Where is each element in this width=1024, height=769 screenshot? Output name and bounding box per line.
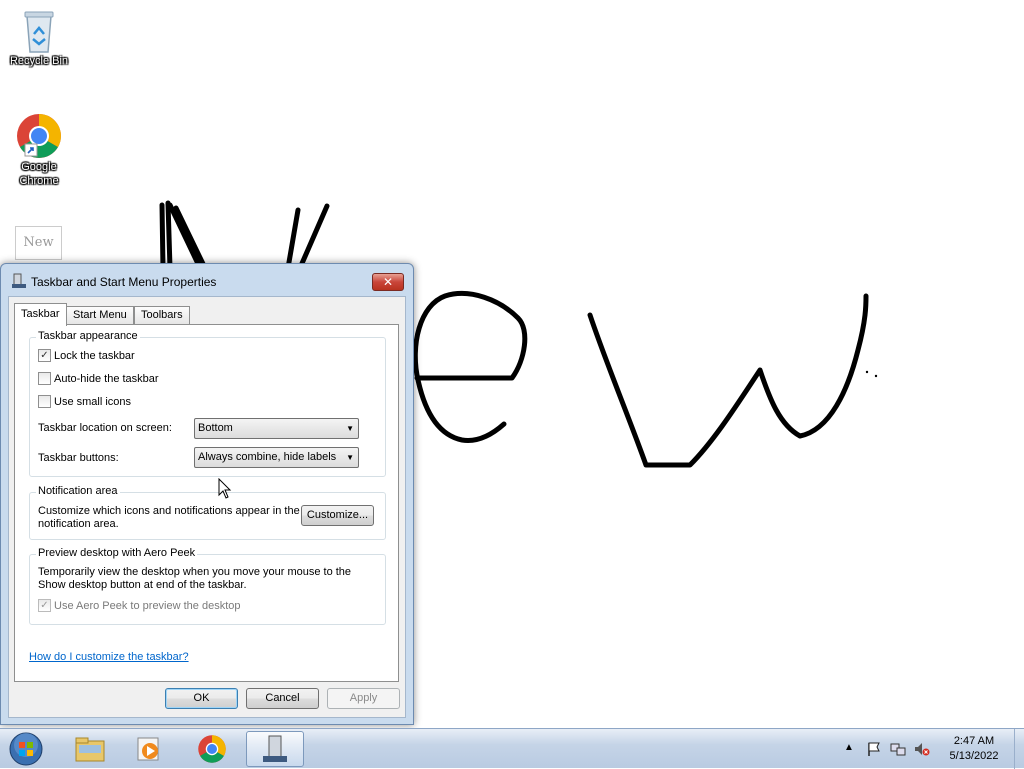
aero-peek-row: ✓ Use Aero Peek to preview the desktop	[38, 599, 241, 612]
taskbar-tab-panel: Taskbar appearance ✓ Lock the taskbar Au…	[14, 324, 399, 682]
start-button[interactable]	[6, 731, 46, 767]
tab-start-menu[interactable]: Start Menu	[66, 306, 134, 325]
show-hidden-icons-icon[interactable]: ▲	[844, 742, 860, 758]
customize-button[interactable]: Customize...	[301, 505, 374, 526]
location-dropdown[interactable]: Bottom ▼	[194, 418, 359, 439]
aero-peek-title: Preview desktop with Aero Peek	[36, 547, 198, 559]
google-chrome-label: Google Chrome	[19, 161, 59, 187]
new-file-thumbnail[interactable]: New	[15, 226, 62, 260]
recycle-bin-icon	[24, 11, 54, 53]
taskbar-properties-dialog: Taskbar and Start Menu Properties ✕ Task…	[0, 263, 414, 725]
close-button[interactable]: ✕	[372, 273, 404, 291]
google-chrome-shortcut[interactable]: Google Chrome	[3, 112, 75, 188]
taskbar-buttons-value: Always combine, hide labels	[198, 451, 337, 463]
lock-taskbar-row: ✓ Lock the taskbar	[38, 349, 135, 362]
taskbar-properties-icon	[263, 735, 287, 762]
action-center-flag-icon[interactable]	[866, 741, 882, 757]
network-icon[interactable]	[890, 741, 906, 757]
show-desktop-button[interactable]	[1014, 729, 1024, 769]
small-icons-row: Use small icons	[38, 395, 131, 408]
chevron-down-icon: ▼	[346, 453, 354, 462]
help-link[interactable]: How do I customize the taskbar?	[29, 651, 189, 663]
taskbar-appearance-group: Taskbar appearance ✓ Lock the taskbar Au…	[29, 330, 386, 477]
dialog-client: Taskbar Start Menu Toolbars Taskbar appe…	[8, 296, 406, 718]
mouse-cursor-icon	[218, 478, 232, 499]
clock-time: 2:47 AM	[953, 735, 995, 747]
lock-taskbar-label: Lock the taskbar	[54, 349, 135, 362]
autohide-row: Auto-hide the taskbar	[38, 372, 159, 385]
aero-peek-label: Use Aero Peek to preview the desktop	[54, 599, 241, 612]
taskbar-buttons-dropdown[interactable]: Always combine, hide labels ▼	[194, 447, 359, 468]
aero-peek-checkbox: ✓	[38, 599, 51, 612]
small-icons-label: Use small icons	[54, 395, 132, 408]
chrome-icon	[17, 114, 61, 158]
cancel-button[interactable]: Cancel	[246, 688, 319, 709]
buttons-label: Taskbar buttons:	[38, 452, 119, 464]
taskbar: ▲ 2:47 AM 5/13/2022	[0, 728, 1024, 769]
apply-button: Apply	[327, 688, 400, 709]
clock-date: 5/13/2022	[949, 750, 999, 762]
location-value: Bottom	[198, 422, 233, 434]
taskbar-appearance-title: Taskbar appearance	[36, 330, 140, 342]
notification-area-group: Notification area Customize which icons …	[29, 485, 386, 540]
taskbar-explorer[interactable]	[62, 731, 118, 767]
chevron-down-icon: ▼	[346, 424, 354, 433]
recycle-bin-label: Recycle Bin	[9, 55, 69, 67]
taskbar-chrome[interactable]	[184, 731, 240, 767]
autohide-checkbox[interactable]	[38, 372, 51, 385]
recycle-bin-shortcut[interactable]: Recycle Bin	[3, 6, 75, 68]
folder-icon	[75, 737, 105, 762]
notification-description: Customize which icons and notifications …	[38, 505, 300, 530]
volume-muted-icon[interactable]	[914, 741, 930, 757]
location-label: Taskbar location on screen:	[38, 422, 172, 434]
system-clock[interactable]: 2:47 AM 5/13/2022	[943, 734, 1005, 764]
taskbar-properties-window[interactable]	[246, 731, 304, 767]
tab-taskbar[interactable]: Taskbar	[14, 303, 67, 326]
taskbar-media-player[interactable]	[122, 731, 178, 767]
tab-toolbars[interactable]: Toolbars	[134, 306, 190, 325]
dialog-title: Taskbar and Start Menu Properties	[31, 275, 217, 289]
small-icons-checkbox[interactable]	[38, 395, 51, 408]
dialog-titlebar[interactable]: Taskbar and Start Menu Properties ✕	[1, 264, 413, 296]
chrome-icon	[198, 735, 226, 763]
autohide-label: Auto-hide the taskbar	[54, 372, 159, 385]
lock-taskbar-checkbox[interactable]: ✓	[38, 349, 51, 362]
aero-peek-description: Temporarily view the desktop when you mo…	[38, 566, 352, 591]
taskbar-properties-icon	[12, 273, 26, 288]
aero-peek-group: Preview desktop with Aero Peek Temporari…	[29, 547, 386, 625]
ok-button[interactable]: OK	[165, 688, 238, 709]
media-player-icon	[137, 737, 159, 761]
notification-area-title: Notification area	[36, 485, 120, 497]
